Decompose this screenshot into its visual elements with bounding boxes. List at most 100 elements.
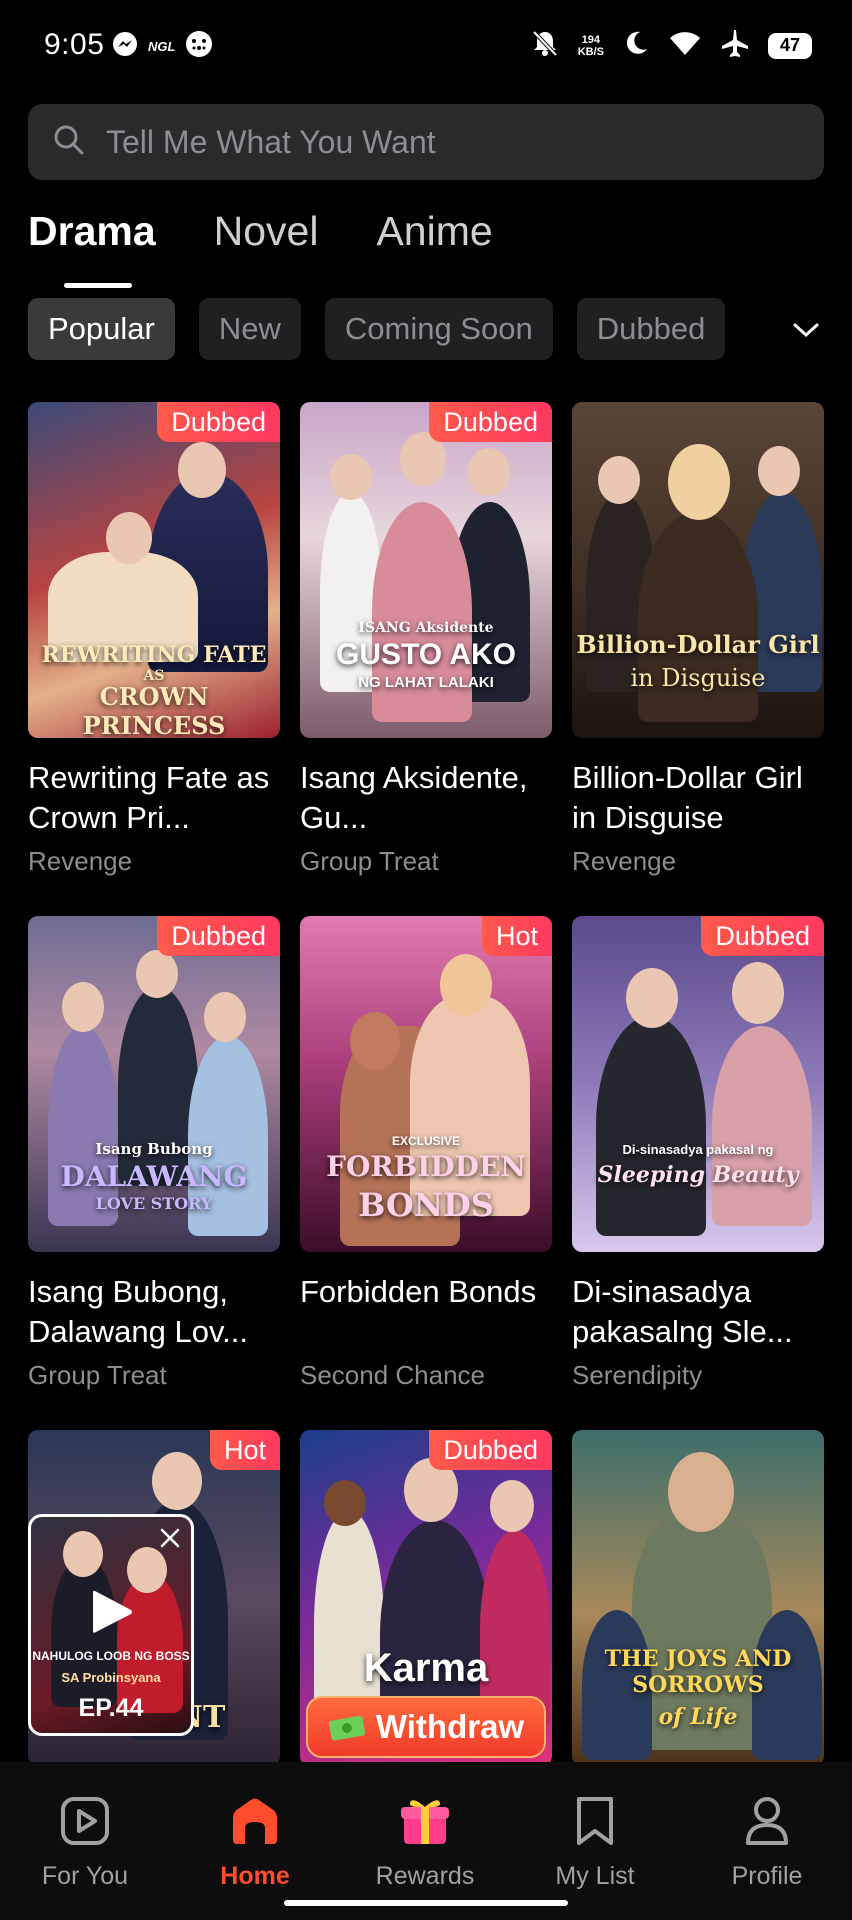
mini-player-subtitle: SA Probinsyana [61, 1670, 161, 1685]
withdraw-button[interactable]: Withdraw [306, 1696, 546, 1758]
poster-title: DALAWANG [60, 1160, 248, 1193]
close-mini-player-button[interactable] [159, 1527, 181, 1554]
search-bar[interactable]: Tell Me What You Want [28, 104, 824, 180]
hot-badge: Hot [209, 1430, 280, 1470]
chip-fade [720, 298, 780, 360]
nav-home[interactable]: Home [180, 1792, 330, 1891]
poster-image: ISANG Aksidente GUSTO AKO NG LAHAT LALAK… [300, 402, 552, 738]
network-speed: 194 KB/S [578, 34, 604, 58]
poster-image: Di-sinasadya pakasal ng Sleeping Beauty … [572, 916, 824, 1252]
drama-card[interactable]: Billion-Dollar Girl in Disguise Billion-… [572, 402, 824, 877]
drama-card[interactable]: ISANG Aksidente GUSTO AKO NG LAHAT LALAK… [300, 402, 552, 877]
figure [410, 996, 530, 1216]
expand-filters-button[interactable] [786, 310, 826, 350]
nav-rewards[interactable]: Rewards [350, 1792, 500, 1891]
drama-card[interactable]: Isang Bubong DALAWANG LOVE STORY Dubbed … [28, 916, 280, 1391]
game-icon [185, 30, 213, 63]
speed-value: 194 [581, 33, 601, 46]
speed-unit: KB/S [577, 45, 604, 58]
play-square-icon [10, 1792, 160, 1850]
nav-profile[interactable]: Profile [692, 1792, 842, 1891]
dubbed-badge: Dubbed [429, 402, 552, 442]
drama-card[interactable]: REWRITING FATE AS CROWN PRINCESS Dubbed … [28, 402, 280, 877]
chip-new[interactable]: New [198, 298, 301, 360]
search-input[interactable]: Tell Me What You Want [106, 124, 436, 161]
tab-anime[interactable]: Anime [376, 208, 492, 268]
bell-off-icon [530, 28, 560, 63]
card-title: Rewriting Fate as Crown Pri... [28, 760, 270, 835]
ngl-icon: NGL [148, 39, 176, 54]
figure-head [598, 456, 640, 504]
hot-badge: Hot [481, 916, 552, 956]
figure-head [204, 992, 246, 1042]
figure-head [468, 448, 510, 496]
figure-head [106, 512, 152, 564]
card-genre: Second Chance [300, 1360, 486, 1390]
poster-subtitle: in Disguise [630, 664, 766, 692]
poster-small: ISANG Aksidente [358, 620, 494, 636]
nav-label: My List [555, 1862, 635, 1890]
filter-chips: Popular New Coming Soon Dubbed [28, 298, 768, 360]
battery-icon: 47 [768, 32, 812, 59]
messenger-icon [112, 31, 138, 62]
figure-head [490, 1480, 534, 1532]
card-title: Isang Bubong, Dalawang Lov... [28, 1274, 248, 1349]
figure-head [63, 1531, 103, 1577]
poster-title: FORBIDDEN [326, 1150, 526, 1183]
mini-player[interactable]: NAHULOG LOOB NG BOSS SA Probinsyana EP.4… [28, 1514, 194, 1736]
drama-card[interactable]: Di-sinasadya pakasal ng Sleeping Beauty … [572, 916, 824, 1391]
poster-title: Billion-Dollar Girl [576, 630, 820, 659]
figure-head [136, 950, 178, 998]
card-genre: Revenge [572, 846, 677, 876]
poster-image: THE JOYS AND SORROWS of Life [572, 1430, 824, 1766]
poster-subtitle: BONDS [358, 1186, 494, 1224]
nav-my-list[interactable]: My List [520, 1792, 670, 1891]
card-genre: Revenge [28, 846, 133, 876]
play-button[interactable] [89, 1587, 135, 1642]
bookmark-icon [520, 1792, 670, 1850]
close-icon [160, 1528, 180, 1548]
figure [596, 1016, 706, 1236]
chip-popular[interactable]: Popular [28, 298, 175, 360]
figure-head [668, 1452, 734, 1532]
poster-subtitle: CROWN PRINCESS [82, 682, 226, 738]
drama-card[interactable]: EXCLUSIVE FORBIDDEN BONDS Hot Forbidden … [300, 916, 552, 1391]
home-indicator[interactable] [284, 1900, 568, 1906]
dubbed-badge: Dubbed [157, 402, 280, 442]
figure-head [668, 444, 730, 520]
tab-novel[interactable]: Novel [214, 208, 319, 268]
poster-image: Billion-Dollar Girl in Disguise [572, 402, 824, 738]
drama-card[interactable]: THE JOYS AND SORROWS of Life [572, 1430, 824, 1766]
poster-title: THE JOYS AND SORROWS [604, 1646, 792, 1698]
chip-coming-soon[interactable]: Coming Soon [324, 298, 553, 360]
gift-icon [350, 1792, 500, 1850]
dubbed-badge: Dubbed [429, 1430, 552, 1470]
figure [712, 1026, 812, 1226]
system-icons: 194 KB/S 47 [530, 28, 812, 63]
poster-subtitle: NG LAHAT LALAKI [358, 674, 494, 691]
content-tabs: Drama Novel Anime [28, 208, 493, 288]
play-icon [93, 1590, 132, 1633]
figure-head [62, 982, 104, 1032]
tab-drama[interactable]: Drama [28, 208, 156, 288]
card-genre: Group Treat [300, 846, 439, 876]
poster-small: Di-sinasadya pakasal ng [622, 1142, 774, 1157]
chip-dubbed[interactable]: Dubbed [576, 298, 726, 360]
profile-icon [692, 1792, 842, 1850]
figure-head [324, 1480, 366, 1526]
figure-head [178, 442, 226, 498]
notification-icons: NGL [112, 30, 213, 63]
figure-head [732, 962, 784, 1024]
poster-small: Isang Bubong [95, 1140, 213, 1158]
nav-for-you[interactable]: For You [10, 1792, 160, 1891]
card-title: Forbidden Bonds [300, 1274, 537, 1309]
nav-label: Profile [731, 1862, 803, 1890]
figure-head [350, 1012, 400, 1070]
figure-head [440, 954, 492, 1016]
nav-label: For You [41, 1862, 129, 1890]
dubbed-badge: Dubbed [701, 916, 824, 956]
search-icon [52, 123, 86, 162]
withdraw-label: Withdraw [375, 1708, 525, 1745]
card-genre: Group Treat [28, 1360, 167, 1390]
chevron-down-icon [793, 323, 819, 338]
